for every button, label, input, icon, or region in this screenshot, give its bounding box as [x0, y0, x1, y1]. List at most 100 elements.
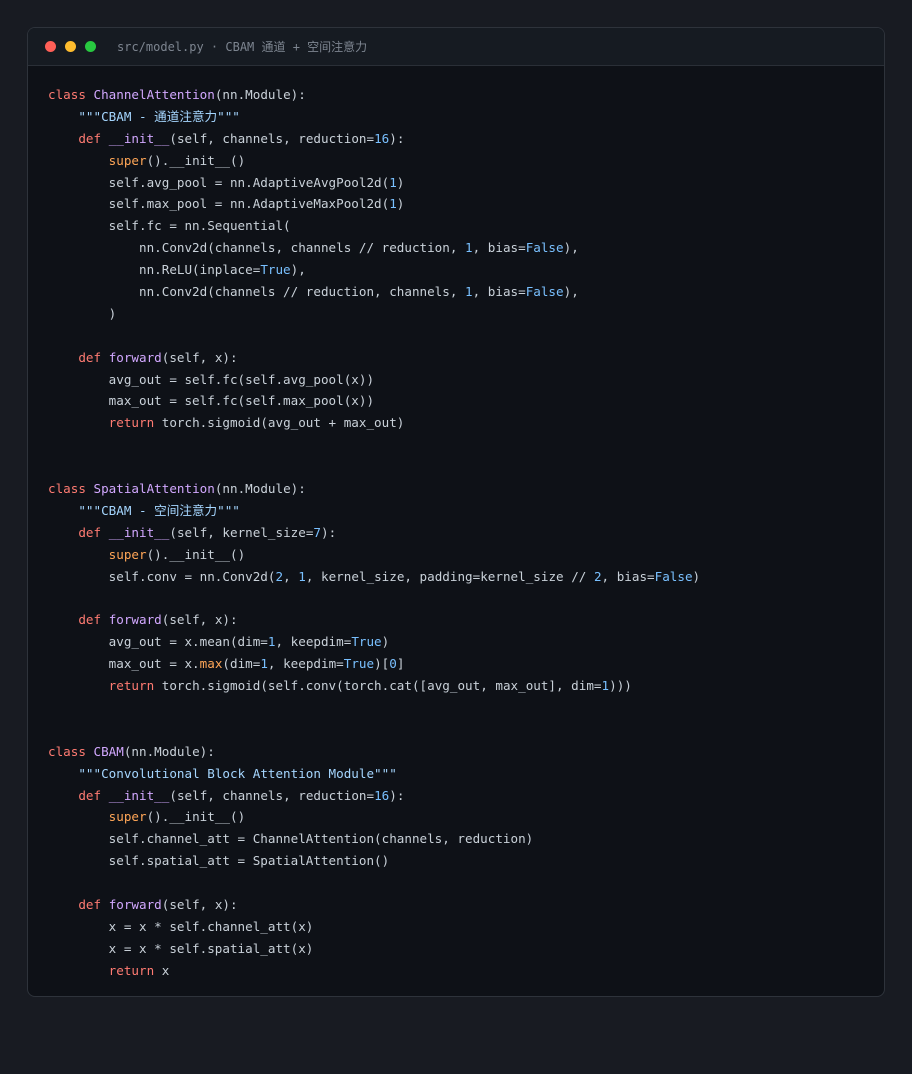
- code-token: def: [78, 130, 109, 146]
- code-token: forward: [108, 349, 162, 365]
- code-token: SpatialAttention: [93, 481, 215, 497]
- code-line: class SpatialAttention(nn.Module):: [48, 478, 700, 500]
- code-line: avg_out = self.fc(self.avg_pool(x)): [48, 369, 700, 391]
- code-token: ):: [389, 787, 405, 803]
- code-token: nn.Conv2d(channels, channels // reductio…: [48, 240, 466, 256]
- code-token: """CBAM - 通道注意力""": [78, 108, 240, 124]
- code-line: return torch.sigmoid(self.conv(torch.cat…: [48, 675, 700, 697]
- code-line: ): [48, 303, 700, 325]
- code-line: super().__init__(): [48, 150, 700, 172]
- code-line: def forward(self, x):: [48, 347, 700, 369]
- code-editor[interactable]: class ChannelAttention(nn.Module): """CB…: [48, 84, 700, 982]
- code-line: self.max_pool = nn.AdaptiveMaxPool2d(1): [48, 193, 700, 215]
- code-token: True: [343, 656, 375, 672]
- code-token: ),: [563, 240, 579, 256]
- code-token: ): [396, 174, 405, 190]
- code-token: def: [78, 896, 109, 912]
- code-line: x = x * self.spatial_att(x): [48, 938, 700, 960]
- code-token: (self, channels, reduction=: [169, 787, 375, 803]
- code-token: , keepdim=: [267, 656, 344, 672]
- code-line: def __init__(self, kernel_size=7):: [48, 522, 700, 544]
- code-line: max_out = self.fc(self.max_pool(x)): [48, 390, 700, 412]
- code-token: class: [48, 481, 94, 497]
- minimize-dot-icon[interactable]: [65, 41, 76, 52]
- code-line: x = x * self.channel_att(x): [48, 916, 700, 938]
- code-token: super: [108, 152, 147, 168]
- code-token: nn.Conv2d(channels // reduction, channel…: [48, 284, 466, 300]
- code-token: ().__init__(): [146, 809, 246, 825]
- code-token: 1: [389, 196, 397, 212]
- code-token: 1: [601, 678, 610, 694]
- code-line: return torch.sigmoid(avg_out + max_out): [48, 412, 700, 434]
- code-token: self.avg_pool = nn.AdaptiveAvgPool2d(: [48, 174, 390, 190]
- code-token: x = x * self.channel_att(x): [48, 918, 314, 934]
- code-token: True: [351, 634, 382, 650]
- code-token: forward: [108, 612, 162, 628]
- code-token: CBAM: [93, 743, 124, 759]
- window-title: src/model.py · CBAM 通道 + 空间注意力: [117, 40, 368, 54]
- title-bar: src/model.py · CBAM 通道 + 空间注意力: [28, 28, 884, 66]
- code-token: """Convolutional Block Attention Module"…: [78, 765, 397, 781]
- code-line: self.spatial_att = SpatialAttention(): [48, 850, 700, 872]
- code-line: super().__init__(): [48, 544, 700, 566]
- close-dot-icon[interactable]: [45, 41, 56, 52]
- code-line: super().__init__(): [48, 806, 700, 828]
- code-token: def: [78, 524, 109, 540]
- code-token: , bias=: [472, 240, 526, 256]
- code-token: __init__: [108, 787, 170, 803]
- code-line: class CBAM(nn.Module):: [48, 741, 700, 763]
- code-line: """Convolutional Block Attention Module"…: [48, 763, 700, 785]
- code-token: ): [381, 634, 390, 650]
- code-token: 1: [298, 568, 306, 584]
- code-token: avg_out = self.fc(self.avg_pool(x)): [48, 371, 375, 387]
- code-token: super: [108, 546, 147, 562]
- code-token: ().__init__(): [146, 152, 246, 168]
- code-token: 16: [374, 130, 390, 146]
- code-token: ),: [290, 262, 306, 278]
- code-token: (self, x):: [161, 349, 238, 365]
- code-token: ):: [389, 130, 405, 146]
- code-token: )[: [374, 656, 390, 672]
- code-token: (dim=: [222, 656, 261, 672]
- code-token: self.fc = nn.Sequential(: [48, 218, 291, 234]
- code-token: ):: [321, 524, 337, 540]
- code-token: 1: [465, 240, 473, 256]
- code-token: avg_out = x.mean(dim=: [48, 634, 268, 650]
- code-token: self.conv = nn.Conv2d(: [48, 568, 276, 584]
- code-token: max_out = self.fc(self.max_pool(x)): [48, 393, 375, 409]
- code-token: torch.sigmoid(self.conv(torch.cat([avg_o…: [161, 678, 602, 694]
- code-token: x = x * self.spatial_att(x): [48, 940, 314, 956]
- maximize-dot-icon[interactable]: [85, 41, 96, 52]
- code-token: (nn.Module):: [214, 481, 306, 497]
- code-line: """CBAM - 通道注意力""": [48, 106, 700, 128]
- code-token: 1: [260, 656, 268, 672]
- code-token: ().__init__(): [146, 546, 246, 562]
- code-line: self.fc = nn.Sequential(: [48, 215, 700, 237]
- code-token: max: [199, 656, 223, 672]
- code-token: (nn.Module):: [123, 743, 215, 759]
- code-token: return: [108, 415, 162, 431]
- code-line: def forward(self, x):: [48, 609, 700, 631]
- code-token: max_out = x.: [48, 656, 200, 672]
- code-line: self.avg_pool = nn.AdaptiveAvgPool2d(1): [48, 172, 700, 194]
- code-token: True: [260, 262, 291, 278]
- code-token: 0: [389, 656, 397, 672]
- code-token: (self, kernel_size=: [169, 524, 314, 540]
- code-line: max_out = x.max(dim=1, keepdim=True)[0]: [48, 653, 700, 675]
- code-token: False: [525, 240, 564, 256]
- code-token: 1: [389, 174, 397, 190]
